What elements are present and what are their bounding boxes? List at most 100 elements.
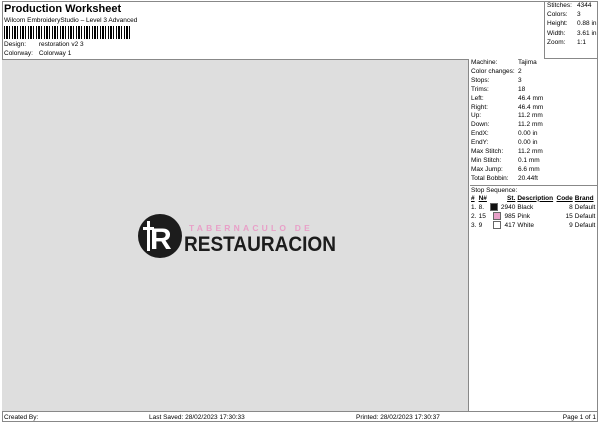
details-label: Machine:: [471, 59, 498, 66]
footer-page: Page 1 of 1: [562, 414, 596, 421]
details-label: Color changes:: [471, 67, 515, 75]
details-row: EndX: 0.00 in: [470, 130, 598, 139]
colorway-row: Colorway: Colorway 1: [4, 50, 71, 58]
summary-row: Zoom: 1:1: [545, 38, 598, 47]
stop-sequence-table: # N# St. Description Code Brand 1. 8. 2940 Black…: [470, 195, 597, 231]
footer-printed: Printed: 28/02/2023 17:30:37: [356, 414, 440, 421]
summary-row: Colors: 3: [545, 10, 598, 19]
details-label: Min Stitch:: [471, 156, 502, 164]
design-row: Design: restoration v2 3: [4, 41, 84, 49]
details-value: 6.6 mm: [518, 165, 540, 173]
details-value: 3: [518, 76, 522, 84]
software-subtitle: Wilcom EmbroideryStudio – Level 3 Advanc…: [4, 17, 138, 24]
logo-preview: R TABERNACULO DE RESTAURACION: [138, 214, 336, 258]
summary-label: Zoom:: [547, 38, 566, 46]
stop-stitch-cell: 417: [488, 221, 516, 230]
details-label: Up:: [471, 112, 482, 120]
details-row: Up: 11.2 mm: [470, 112, 598, 121]
color-swatch: [493, 221, 502, 230]
design-value: restoration v2 3: [38, 41, 84, 48]
stop-stitches: 985: [504, 213, 516, 221]
stop-row: 1. 8. 2940 Black 8 Default: [470, 203, 597, 212]
details-label: EndY:: [471, 139, 489, 147]
details-label: Left:: [471, 94, 484, 102]
stop-code: 15: [565, 213, 573, 221]
logo-top-text: TABERNACULO DE: [189, 223, 313, 233]
details-value: 2: [518, 67, 522, 75]
details-label: Stops:: [471, 76, 490, 84]
logo-main-text: RESTAURACION: [184, 233, 336, 256]
details-value: 0.1 mm: [518, 156, 540, 164]
details-value: 11.2 mm: [518, 148, 543, 156]
summary-panel: Stitches: 4344 Colors: 3 Height: 0.88 in Width…: [544, 1, 598, 59]
summary-label: Height:: [547, 20, 568, 28]
details-row: Stops: 3: [470, 77, 598, 86]
stop-sequence-title: Stop Sequence:: [470, 184, 598, 195]
stop-row: 2. 15 985 Pink 15 Default: [470, 212, 597, 221]
details-value: 46.4 mm: [518, 103, 544, 111]
stop-brand: Default: [574, 213, 596, 221]
stop-brand: Default: [574, 204, 596, 212]
stop-stitch-cell: 2940: [488, 203, 516, 212]
details-panel: Machine: Tajima Color changes: 2 Stops: 3 Trim…: [470, 59, 598, 230]
stop-code: 8: [569, 204, 573, 212]
summary-value: 1:1: [577, 38, 587, 46]
details-row: Trims: 18: [470, 86, 598, 95]
stop-header: Brand: [574, 194, 594, 202]
stop-stitches: 2940: [500, 204, 516, 212]
details-row: Color changes: 2: [470, 68, 598, 77]
details-value: 11.2 mm: [518, 112, 543, 120]
details-label: Down:: [471, 121, 490, 129]
summary-value: 0.88 in: [577, 20, 597, 28]
details-row: Right: 46.4 mm: [470, 104, 598, 113]
footer: Created By: Last Saved: 28/02/2023 17:30…: [2, 411, 598, 423]
details-label: Max Stitch:: [471, 148, 504, 156]
details-label: Right:: [471, 103, 488, 111]
stop-header: Code: [556, 194, 573, 202]
footer-created: Created By:: [4, 414, 39, 421]
stop-stitch-cell: 985: [488, 212, 516, 221]
stop-description: White: [517, 222, 534, 230]
stop-needle: 9: [478, 222, 483, 230]
design-preview: R TABERNACULO DE RESTAURACION: [2, 59, 469, 411]
details-row: Max Jump: 6.6 mm: [470, 166, 598, 175]
details-value: 46.4 mm: [518, 94, 544, 102]
summary-row: Width: 3.61 in: [545, 29, 598, 38]
stop-header: St.: [507, 194, 516, 202]
stop-description: Black: [517, 204, 534, 212]
details-row: Down: 11.2 mm: [470, 121, 598, 130]
stop-header: #: [471, 194, 475, 202]
details-label: Total Bobbin:: [471, 174, 509, 182]
stop-brand: Default: [574, 222, 596, 230]
cross-vertical: [147, 221, 150, 251]
stop-code: 9: [569, 222, 573, 230]
barcode: [4, 26, 132, 39]
footer-last-saved: Last Saved: 28/02/2023 17:30:33: [149, 414, 245, 421]
details-value: 0.00 in: [518, 130, 538, 138]
details-value: 18: [518, 85, 526, 93]
details-row: EndY: 0.00 in: [470, 139, 598, 148]
stop-stitches: 417: [504, 222, 516, 230]
details-row: Min Stitch: 0.1 mm: [470, 157, 598, 166]
summary-label: Width:: [547, 29, 566, 37]
stop-number: 1.: [471, 204, 477, 212]
summary-value: 4344: [577, 2, 592, 9]
stop-needle: 15: [478, 213, 486, 221]
colorway-value: Colorway 1: [38, 50, 72, 57]
details-label: EndX:: [471, 130, 489, 138]
details-value: Tajima: [518, 59, 537, 66]
details-row: Left: 46.4 mm: [470, 95, 598, 104]
details-value: 11.2 mm: [518, 121, 543, 129]
stop-row: 3. 9 417 White 9 Default: [470, 221, 597, 230]
details-value: 20.44ft: [518, 174, 538, 182]
colorway-label: Colorway:: [4, 50, 33, 57]
details-row: Max Stitch: 11.2 mm: [470, 148, 598, 157]
color-swatch: [493, 212, 502, 221]
page-title: Production Worksheet: [4, 3, 122, 15]
stop-number: 3.: [471, 222, 477, 230]
details-label: Trims:: [471, 85, 489, 93]
details-value: 0.00 in: [518, 139, 538, 147]
summary-value: 3.61 in: [577, 29, 597, 37]
summary-row: Height: 0.88 in: [545, 19, 598, 28]
header: Production Worksheet Wilcom EmbroiderySt…: [4, 3, 544, 25]
